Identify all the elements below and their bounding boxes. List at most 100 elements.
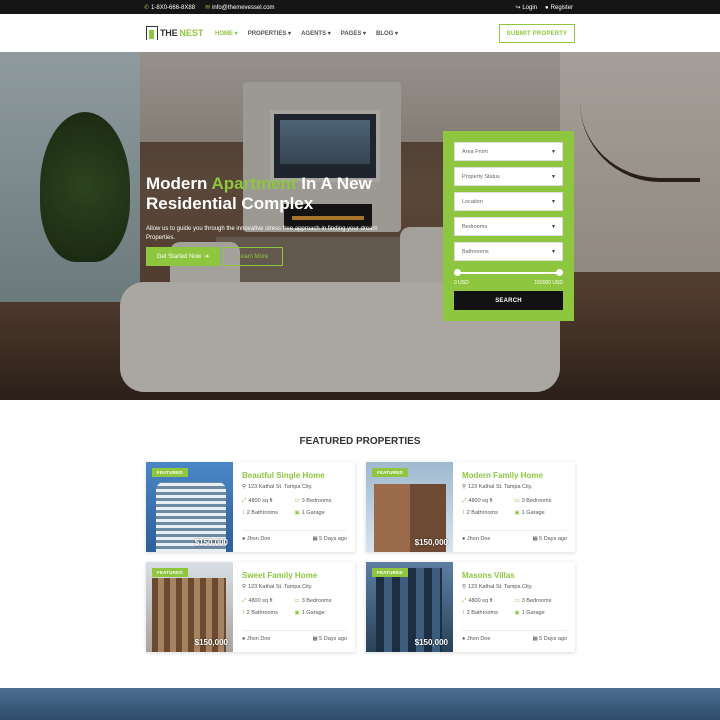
range-min-handle[interactable] (454, 269, 461, 276)
area-text: 4800 sq ft (248, 598, 273, 604)
area-icon: ⤢ (242, 498, 247, 504)
location-select[interactable]: Location ▼ (454, 192, 563, 211)
caret-down-icon: ▼ (551, 173, 556, 180)
email-text: info@themevessel.com (212, 4, 275, 11)
hero-title: Modern Apartment In A New Residential Co… (146, 174, 386, 214)
envelope-icon: ✉ (205, 5, 211, 11)
map-pin-icon: ⚲ (462, 584, 467, 590)
property-features: ⤢ 4800 sq ft ▭ 3 Bedrooms ⌇ 2 Bathrooms ▣ 1 … (242, 598, 347, 616)
login-link[interactable]: ↪ Login (515, 4, 537, 12)
nav-label: PROPERTIES (247, 31, 287, 37)
caret-down-icon: ▾ (363, 31, 367, 37)
agent[interactable]: ● Jhon Doe (462, 536, 490, 542)
caret-down-icon: ▼ (551, 223, 556, 230)
user-icon: ● (545, 4, 549, 11)
range-min-label: 0 USD (454, 280, 469, 286)
property-card[interactable]: FEATURED $150,000 Sweet Family Home ⚲ 123… (146, 562, 355, 652)
property-image[interactable]: FEATURED $150,000 (366, 562, 453, 652)
property-address: ⚲ 123 Kathal St. Tampa City. (242, 484, 347, 490)
nav-item-pages[interactable]: PAGES ▾ (341, 30, 366, 37)
garage-feature: ▣ 1 Garage (295, 610, 348, 616)
learn-more-button[interactable]: Learn More (223, 247, 283, 266)
property-status-select[interactable]: Property Status ▼ (454, 167, 563, 186)
property-price: $150,000 (414, 638, 448, 647)
nav-item-blog[interactable]: BLOG ▾ (376, 30, 398, 37)
register-label: Register (550, 4, 573, 11)
property-name[interactable]: Modern Family Home (462, 471, 567, 480)
bath-icon: ⌇ (242, 510, 245, 516)
property-features: ⤢ 4800 sq ft ▭ 3 Bedrooms ⌇ 2 Bathrooms ▣ 1 … (242, 498, 347, 516)
nav-item-agents[interactable]: AGENTS ▾ (301, 30, 331, 37)
bathrooms-text: 2 Bathrooms (246, 510, 278, 516)
nav-item-properties[interactable]: PROPERTIES ▾ (248, 30, 291, 37)
bathrooms-select[interactable]: Bathrooms ▼ (454, 242, 563, 261)
property-image[interactable]: FEATURED $150,000 (146, 462, 233, 552)
hero-text: Modern Apartment In A New Residential Co… (146, 174, 386, 243)
property-image[interactable]: FEATURED $150,000 (366, 462, 453, 552)
bedrooms-text: 3 Bedrooms (301, 498, 332, 504)
area-from-select[interactable]: Area From ▼ (454, 142, 563, 161)
area-feature: ⤢ 4800 sq ft (462, 598, 515, 605)
property-image[interactable]: FEATURED $150,000 (146, 562, 233, 652)
property-features: ⤢ 4800 sq ft ▭ 3 Bedrooms ⌇ 2 Bathrooms ▣ 1 … (462, 498, 567, 516)
submit-property-button[interactable]: SUBMIT PROPERTY (499, 24, 575, 43)
property-card[interactable]: FEATURED $150,000 Beautful Single Home ⚲… (146, 462, 355, 552)
property-address: ⚲ 123 Kathal St. Tampa City. (242, 584, 347, 590)
property-name[interactable]: Masons Villas (462, 571, 567, 580)
search-button[interactable]: SEARCH (454, 291, 563, 310)
bedrooms-text: 3 Bedrooms (521, 598, 552, 604)
caret-down-icon: ▾ (395, 31, 399, 37)
agent-name: Jhon Doe (246, 636, 271, 642)
bath-icon: ⌇ (462, 610, 465, 616)
phone-contact[interactable]: ✆ 1-8X0-666-8X88 (144, 4, 195, 12)
select-label: Bedrooms (462, 223, 488, 230)
calendar-icon: ▦ (312, 536, 318, 542)
featured-badge: FEATURED (372, 468, 408, 477)
property-info: Masons Villas ⚲ 123 Kathal St. Tampa City… (453, 562, 575, 652)
select-label: Location (462, 198, 483, 205)
property-price: $150,000 (414, 538, 448, 547)
caret-down-icon: ▾ (327, 31, 331, 37)
property-name[interactable]: Sweet Family Home (242, 571, 347, 580)
address-text: 123 Kathal St. Tampa City. (248, 484, 313, 490)
address-text: 123 Kathal St. Tampa City. (248, 584, 313, 590)
date-text: 5 Days ago (319, 536, 347, 542)
user-icon: ● (242, 536, 246, 542)
agent[interactable]: ● Jhon Doe (242, 536, 270, 542)
car-icon: ▣ (514, 510, 520, 516)
hero-title-pre: Modern (146, 174, 212, 193)
garage-text: 1 Garage (521, 510, 545, 516)
bed-icon: ▭ (514, 598, 520, 604)
date-text: 5 Days ago (539, 636, 567, 642)
garage-feature: ▣ 1 Garage (295, 510, 348, 516)
price-range-slider[interactable] (454, 267, 563, 279)
nav-label: BLOG (376, 31, 394, 37)
hero-subtitle: Allow us to guide you through the innova… (146, 226, 378, 241)
range-max-handle[interactable] (556, 269, 563, 276)
property-card[interactable]: FEATURED $150,000 Masons Villas ⚲ 123 Kat… (366, 562, 575, 652)
get-started-button[interactable]: Get Started Now ➔ (146, 247, 220, 266)
agent-name: Jhon Doe (466, 636, 491, 642)
hero-banner: Modern Apartment In A New Residential Co… (0, 52, 720, 400)
agent[interactable]: ● Jhon Doe (242, 636, 270, 642)
date-text: 5 Days ago (539, 536, 567, 542)
select-label: Bathrooms (462, 248, 489, 255)
bathrooms-text: 2 Bathrooms (466, 610, 498, 616)
bedrooms-feature: ▭ 3 Bedrooms (295, 498, 348, 505)
user-icon: ● (462, 636, 466, 642)
logo-building-icon (146, 26, 158, 40)
caret-down-icon: ▾ (234, 31, 238, 37)
agent[interactable]: ● Jhon Doe (462, 636, 490, 642)
property-price: $150,000 (194, 638, 228, 647)
nav-item-home[interactable]: HOME ▾ (215, 30, 238, 37)
hero-buttons: Get Started Now ➔ Learn More (146, 247, 283, 266)
property-name[interactable]: Beautful Single Home (242, 471, 347, 480)
bedrooms-select[interactable]: Bedrooms ▼ (454, 217, 563, 236)
register-link[interactable]: ● Register (545, 4, 573, 11)
area-feature: ⤢ 4800 sq ft (242, 498, 295, 505)
nav-label: HOME (215, 31, 233, 37)
site-logo[interactable]: THE NEST (146, 26, 203, 40)
property-card[interactable]: FEATURED $150,000 Modern Family Home ⚲ 12… (366, 462, 575, 552)
post-date: ▦ 5 Days ago (312, 636, 347, 642)
email-contact[interactable]: ✉ info@themevessel.com (205, 4, 275, 12)
